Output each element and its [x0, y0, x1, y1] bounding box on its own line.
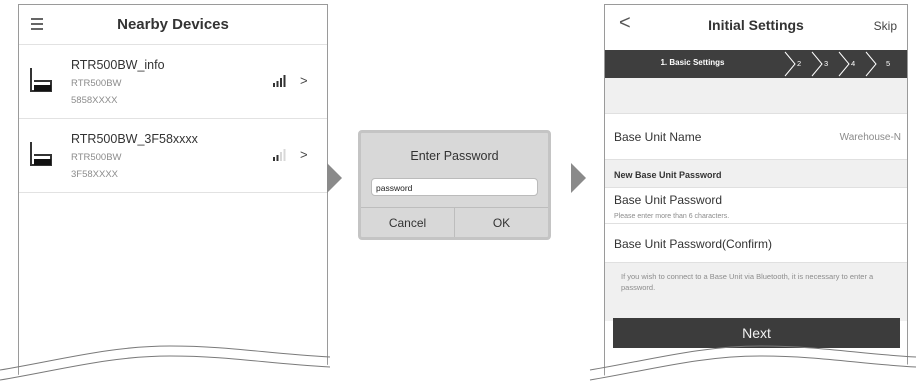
- cut-edge-decoration: [0, 345, 916, 388]
- dialog-title: Enter Password: [410, 149, 499, 163]
- device-serial: 5858XXXX: [71, 95, 118, 106]
- chevron-right-icon: >: [300, 73, 308, 88]
- device-model: RTR500BW: [71, 152, 122, 163]
- page-title: Initial Settings: [708, 17, 804, 33]
- base-unit-name-value: Warehouse-N: [839, 132, 901, 143]
- base-unit-name-label: Base Unit Name: [614, 130, 702, 144]
- step-progress-bar: 1. Basic Settings 2 3 4 5: [605, 50, 907, 78]
- password-hint: Please enter more than 6 characters.: [614, 213, 730, 220]
- page-title: Nearby Devices: [117, 16, 229, 33]
- flow-arrow-icon: [571, 163, 586, 193]
- device-serial: 3F58XXXX: [71, 169, 118, 180]
- spacer-panel: [605, 78, 907, 114]
- step-1-label: 1. Basic Settings: [660, 58, 725, 67]
- base-unit-password-confirm-label: Base Unit Password(Confirm): [614, 237, 773, 251]
- device-name: RTR500BW_info: [71, 58, 165, 72]
- base-unit-password-row[interactable]: Base Unit Password Please enter more tha…: [605, 188, 907, 224]
- bluetooth-note-panel: If you wish to connect to a Base Unit vi…: [605, 263, 907, 321]
- dialog-button-row: Cancel OK: [361, 207, 548, 237]
- chevron-right-icon: >: [300, 147, 308, 162]
- step-5-label: 5: [886, 59, 891, 68]
- device-model: RTR500BW: [71, 78, 122, 89]
- bluetooth-note: If you wish to connect to a Base Unit vi…: [621, 272, 874, 292]
- base-unit-device-icon: [30, 68, 52, 92]
- device-list-item[interactable]: RTR500BW_3F58xxxx RTR500BW 3F58XXXX >: [19, 119, 327, 193]
- password-input[interactable]: password: [371, 178, 538, 196]
- cancel-button[interactable]: Cancel: [361, 208, 454, 237]
- flow-arrow-icon: [327, 163, 342, 193]
- step-4-label: 4: [851, 59, 856, 68]
- section-title: New Base Unit Password: [614, 170, 722, 180]
- base-unit-password-confirm-row[interactable]: Base Unit Password(Confirm): [605, 224, 907, 263]
- base-unit-password-label: Base Unit Password: [614, 193, 723, 207]
- initial-settings-screen: < Initial Settings Skip 1. Basic Setting…: [604, 4, 908, 388]
- enter-password-dialog: Enter Password password Cancel OK: [358, 130, 551, 240]
- nearby-devices-screen: Nearby Devices RTR500BW_info RTR500BW 58…: [18, 4, 328, 388]
- nearby-devices-header: Nearby Devices: [19, 5, 327, 45]
- step-2-label: 2: [797, 59, 802, 68]
- ok-button[interactable]: OK: [454, 208, 548, 237]
- skip-button[interactable]: Skip: [874, 19, 897, 33]
- password-section-header: New Base Unit Password: [605, 160, 907, 188]
- step-3-label: 3: [824, 59, 829, 68]
- device-list-item[interactable]: RTR500BW_info RTR500BW 5858XXXX >: [19, 45, 327, 119]
- signal-strength-icon: [273, 149, 286, 161]
- signal-strength-icon: [273, 75, 286, 87]
- base-unit-name-row[interactable]: Base Unit Name Warehouse-N: [605, 115, 907, 160]
- initial-settings-header: < Initial Settings Skip: [605, 5, 907, 45]
- base-unit-device-icon: [30, 142, 52, 166]
- device-name: RTR500BW_3F58xxxx: [71, 132, 198, 146]
